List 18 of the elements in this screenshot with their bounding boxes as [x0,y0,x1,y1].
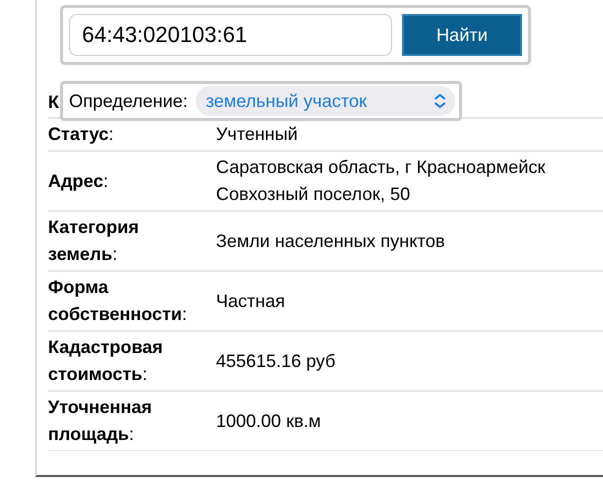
search-button[interactable]: Найти [402,14,522,56]
search-field[interactable]: 64:43:020103:61 [69,14,392,56]
field-value: Земли населенных пунктов [216,230,446,253]
field-value: 1000.00 кв.м [216,410,322,432]
field-label: Статус: [48,123,114,146]
field-label: К [48,91,59,114]
field-label: Уточненная площадь: [48,396,153,446]
field-value: Частная [216,290,286,312]
definition-select[interactable]: земельный участок [196,86,455,116]
field-value: Учтенный [216,123,299,146]
field-label: Адрес: [48,170,108,193]
definition-label: Определение: [69,90,188,112]
field-label: Форма собственности: [48,276,188,326]
chevron-updown-icon [433,93,447,109]
field-label: Категория земель: [48,216,140,266]
field-value: Саратовская область, г Красноармейск Совхозный поселок, 50 [216,156,546,206]
field-label: Кадастровая стоимость: [48,336,164,386]
field-value: 455615.16 руб [216,350,336,373]
